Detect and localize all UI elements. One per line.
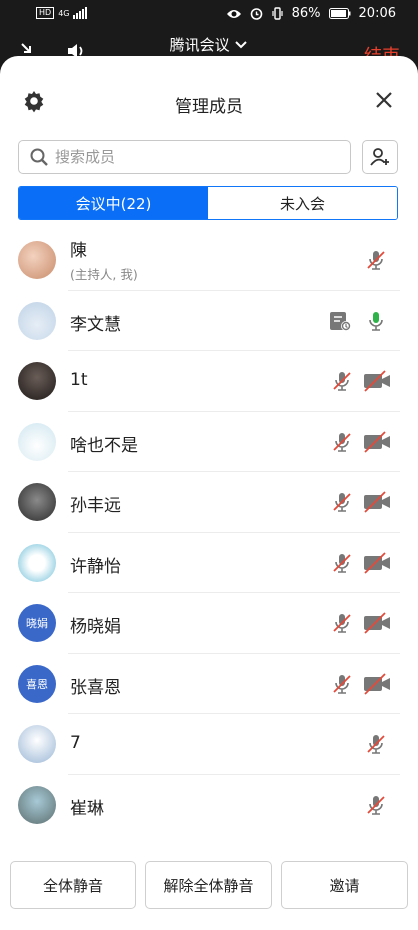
camera-off-icon[interactable] <box>363 551 391 575</box>
member-name: 1t <box>70 370 88 390</box>
member-name: 7 <box>70 733 81 753</box>
list-item[interactable]: 1t <box>0 351 418 412</box>
manage-members-sheet: 管理成员 会议中(22) 未入会 陳 (主持人, 我) 李文慧 1t <box>0 56 418 930</box>
avatar <box>18 362 56 400</box>
tab-in-meeting[interactable]: 会议中(22) <box>19 187 208 219</box>
member-name: 崔琳 <box>70 798 104 819</box>
mic-muted-icon[interactable] <box>330 551 354 575</box>
member-list: 陳 (主持人, 我) 李文慧 1t 啥也不是 孙丰远 许静怡 晓娟 杨晓娟 喜恩… <box>0 230 418 835</box>
avatar <box>18 301 56 340</box>
member-name: 啥也不是 <box>70 435 138 456</box>
vibrate-icon <box>272 7 283 20</box>
meeting-title-text: 腾讯会议 <box>169 36 230 54</box>
avatar <box>18 785 56 824</box>
member-name: 张喜恩 <box>70 677 121 698</box>
member-name: 杨晓娟 <box>70 617 121 637</box>
list-item[interactable]: 晓娟 杨晓娟 <box>0 593 418 654</box>
list-item[interactable]: 崔琳 <box>0 775 418 836</box>
meeting-title[interactable]: 腾讯会议 <box>0 34 418 55</box>
avatar <box>18 543 56 582</box>
camera-off-icon[interactable] <box>363 611 391 635</box>
chevron-down-icon <box>235 41 248 49</box>
camera-off-icon[interactable] <box>363 490 391 514</box>
list-item[interactable]: 陳 (主持人, 我) <box>0 230 418 291</box>
list-item[interactable]: 7 <box>0 714 418 775</box>
bottom-actions: 全体静音 解除全体静音 邀请 <box>0 858 418 918</box>
alarm-icon <box>250 8 262 20</box>
mic-muted-icon[interactable] <box>364 793 388 817</box>
battery-icon <box>328 8 351 19</box>
network-type: 4G <box>58 8 70 18</box>
list-item[interactable]: 许静怡 <box>0 533 418 593</box>
member-name: 李文慧 <box>70 314 121 335</box>
mic-muted-icon[interactable] <box>364 248 388 272</box>
invite-button[interactable]: 邀请 <box>281 861 408 909</box>
signal-icon <box>73 7 88 19</box>
add-user-icon <box>370 148 389 166</box>
tab-not-joined[interactable]: 未入会 <box>208 187 397 219</box>
camera-off-icon[interactable] <box>363 430 391 454</box>
list-item[interactable]: 啥也不是 <box>0 412 418 472</box>
search-box[interactable] <box>18 140 351 174</box>
page-title: 管理成员 <box>175 97 243 117</box>
member-name: 陳 <box>70 241 87 261</box>
mute-all-button[interactable]: 全体静音 <box>10 861 136 909</box>
list-item[interactable]: 李文慧 <box>0 291 418 351</box>
list-item[interactable]: 孙丰远 <box>0 472 418 533</box>
camera-off-icon[interactable] <box>363 672 391 696</box>
sheet-header: 管理成员 <box>0 56 418 146</box>
mic-muted-icon[interactable] <box>330 430 354 454</box>
member-name: 孙丰远 <box>70 496 121 516</box>
mic-muted-icon[interactable] <box>364 732 388 756</box>
avatar <box>18 725 56 763</box>
screen-share-icon <box>330 311 351 331</box>
search-icon <box>30 148 48 166</box>
avatar <box>18 241 56 279</box>
mic-muted-icon[interactable] <box>330 490 354 514</box>
avatar <box>18 483 56 521</box>
hd-badge: HD <box>36 7 55 19</box>
eye-icon <box>226 9 241 18</box>
camera-off-icon[interactable] <box>363 369 391 393</box>
add-member-button[interactable] <box>362 140 398 174</box>
avatar <box>18 422 56 461</box>
member-tabs: 会议中(22) 未入会 <box>18 186 398 220</box>
status-bar: HD 4G 86% 20:06 <box>0 0 418 30</box>
member-role: (主持人, 我) <box>70 267 138 282</box>
battery-percent: 86% <box>291 6 321 21</box>
list-item[interactable]: 喜恩 张喜恩 <box>0 654 418 714</box>
unmute-all-button[interactable]: 解除全体静音 <box>145 861 272 909</box>
mic-muted-icon[interactable] <box>330 369 354 393</box>
clock: 20:06 <box>358 6 396 21</box>
avatar: 喜恩 <box>18 664 56 703</box>
search-input[interactable] <box>53 147 337 167</box>
close-icon[interactable] <box>374 90 394 110</box>
avatar: 晓娟 <box>18 604 56 642</box>
mic-on-icon[interactable] <box>364 309 388 333</box>
mic-muted-icon[interactable] <box>330 611 354 635</box>
mic-muted-icon[interactable] <box>330 672 354 696</box>
member-name: 许静怡 <box>70 556 121 577</box>
